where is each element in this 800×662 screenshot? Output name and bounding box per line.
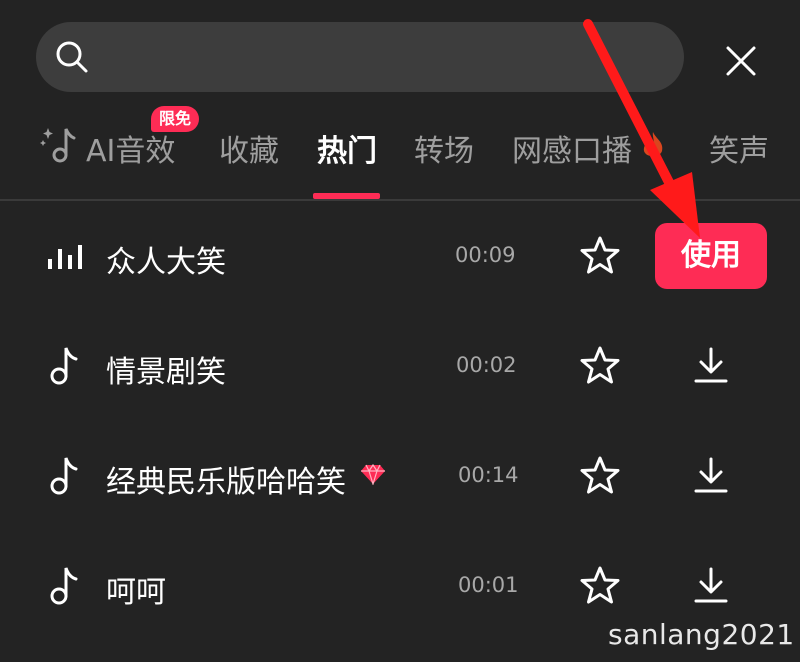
download-icon[interactable] bbox=[691, 565, 731, 605]
star-icon[interactable] bbox=[580, 235, 620, 275]
list-item[interactable]: 经典民乐版哈哈笑 00:14 bbox=[0, 421, 800, 531]
diamond-icon bbox=[361, 463, 385, 485]
list-item[interactable]: 情景剧笑 00:02 bbox=[0, 311, 800, 421]
sound-duration: 00:02 bbox=[456, 353, 517, 377]
tab-voiceover[interactable]: 网感口播 bbox=[512, 126, 632, 170]
sound-title: 情景剧笑 bbox=[106, 355, 226, 390]
download-icon[interactable] bbox=[691, 345, 731, 385]
list-item[interactable]: 众人大笑 00:09 使用 bbox=[0, 201, 800, 311]
tab-laughter[interactable]: 笑声 bbox=[709, 126, 769, 170]
close-icon[interactable] bbox=[720, 40, 762, 82]
download-icon[interactable] bbox=[691, 455, 731, 495]
music-note-icon bbox=[50, 457, 78, 495]
tab-favorites[interactable]: 收藏 bbox=[219, 126, 279, 170]
watermark: sanlang2021 bbox=[608, 618, 795, 651]
tab-ai-sound[interactable]: AI音效 bbox=[86, 126, 175, 170]
free-badge: 限免 bbox=[151, 106, 200, 132]
sound-title: 众人大笑 bbox=[106, 245, 226, 280]
flame-icon bbox=[643, 132, 663, 157]
sound-title: 经典民乐版哈哈笑 bbox=[106, 465, 346, 500]
star-icon[interactable] bbox=[580, 455, 620, 495]
sparkle-note-icon bbox=[40, 128, 76, 163]
tab-hot[interactable]: 热门 bbox=[317, 126, 377, 170]
sound-duration: 00:01 bbox=[458, 573, 519, 597]
waveform-icon bbox=[48, 245, 82, 269]
star-icon[interactable] bbox=[580, 345, 620, 385]
category-tabs: AI音效 收藏 热门 转场 网感口播 笑声 bbox=[0, 100, 800, 200]
music-note-icon bbox=[50, 347, 78, 385]
search-bar[interactable] bbox=[36, 22, 684, 92]
sound-duration: 00:09 bbox=[455, 243, 516, 267]
music-note-icon bbox=[50, 567, 78, 605]
sound-duration: 00:14 bbox=[458, 463, 519, 487]
sound-title: 呵呵 bbox=[106, 575, 166, 610]
search-input[interactable] bbox=[100, 22, 660, 92]
star-icon[interactable] bbox=[580, 565, 620, 605]
tab-transition[interactable]: 转场 bbox=[414, 126, 474, 170]
use-button[interactable]: 使用 bbox=[655, 223, 767, 289]
search-icon bbox=[56, 41, 88, 73]
